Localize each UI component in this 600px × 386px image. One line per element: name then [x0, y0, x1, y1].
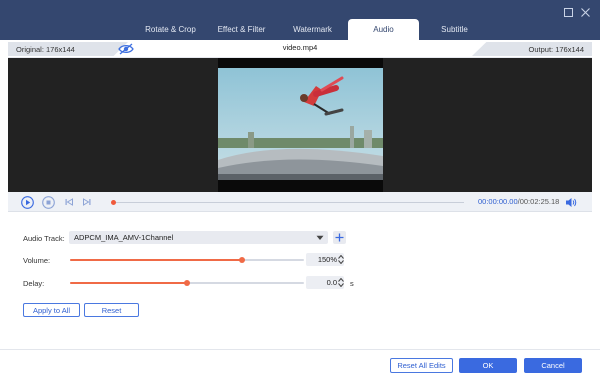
playback-controls: 00:00:00.00/00:02:25.18 — [8, 192, 592, 212]
tab-effect-filter[interactable]: Effect & Filter — [206, 19, 277, 40]
previous-frame-icon[interactable] — [62, 195, 76, 209]
tab-watermark[interactable]: Watermark — [277, 19, 348, 40]
delay-slider-fill — [70, 282, 187, 284]
delay-slider[interactable] — [70, 280, 304, 286]
volume-slider-fill — [70, 259, 242, 261]
delay-stepper[interactable] — [337, 276, 345, 289]
close-icon[interactable] — [578, 5, 592, 19]
tab-rotate-crop[interactable]: Rotate & Crop — [135, 19, 206, 40]
maximize-icon[interactable] — [561, 5, 575, 19]
volume-label: Volume: — [23, 256, 51, 265]
audio-track-value: ADPCM_IMA_AMV-1Channel — [74, 233, 174, 242]
chevron-up-icon[interactable] — [338, 278, 344, 282]
chevron-down-icon[interactable] — [338, 283, 344, 287]
progress-track[interactable] — [112, 202, 464, 203]
reset-all-edits-button[interactable]: Reset All Edits — [390, 358, 453, 373]
skateboarder-thumbnail — [218, 68, 383, 180]
ok-button[interactable]: OK — [459, 358, 517, 373]
tab-subtitle[interactable]: Subtitle — [419, 19, 490, 40]
info-bar: Original: 176x144 video.mp4 Output: 176x… — [8, 40, 592, 58]
footer-divider — [0, 349, 600, 350]
volume-slider[interactable] — [70, 257, 304, 263]
video-frame — [218, 58, 383, 192]
volume-icon[interactable] — [564, 195, 578, 209]
chevron-down-icon[interactable] — [338, 260, 344, 264]
next-frame-icon[interactable] — [80, 195, 94, 209]
output-resolution: Output: 176x144 — [472, 42, 592, 56]
video-preview — [8, 58, 592, 192]
plus-icon — [335, 233, 344, 242]
play-icon[interactable] — [20, 195, 34, 209]
current-time: 00:00:00.00 — [478, 197, 518, 206]
audio-track-select[interactable]: ADPCM_IMA_AMV-1Channel — [69, 231, 328, 244]
audio-track-label: Audio Track: — [23, 234, 65, 243]
stop-icon[interactable] — [41, 195, 55, 209]
volume-stepper[interactable] — [337, 253, 345, 266]
tab-audio[interactable]: Audio — [348, 19, 419, 40]
chevron-up-icon[interactable] — [338, 255, 344, 259]
time-display: 00:00:00.00/00:02:25.18 — [478, 197, 559, 206]
chevron-down-icon — [316, 234, 324, 243]
cancel-button[interactable]: Cancel — [524, 358, 582, 373]
progress-handle[interactable] — [111, 200, 116, 205]
delay-slider-handle[interactable] — [184, 280, 190, 286]
delay-label: Delay: — [23, 279, 45, 288]
title-bar: Rotate & Crop Effect & Filter Watermark … — [0, 0, 600, 40]
editor-tabs: Rotate & Crop Effect & Filter Watermark … — [135, 19, 490, 40]
total-time: 00:02:25.18 — [519, 197, 560, 206]
volume-slider-handle[interactable] — [238, 257, 245, 263]
apply-to-all-button[interactable]: Apply to All — [23, 303, 80, 317]
add-audio-track-button[interactable] — [333, 231, 346, 244]
reset-button[interactable]: Reset — [84, 303, 139, 317]
delay-unit: s — [350, 279, 354, 288]
